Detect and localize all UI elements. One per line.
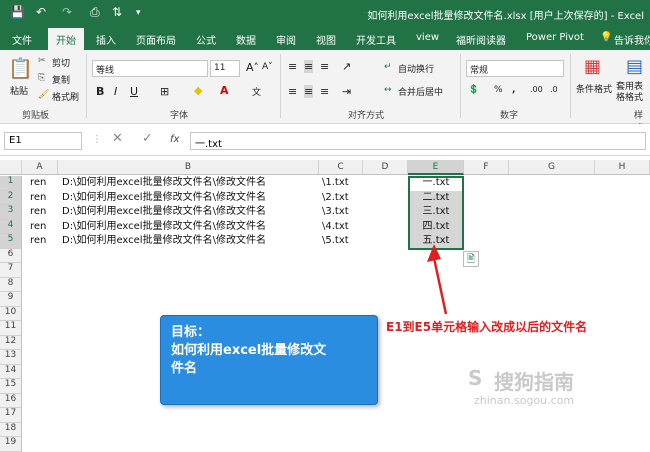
watermark-text: 搜狗指南 (494, 370, 574, 394)
callout-line: 如何利用excel批量修改文 (171, 343, 327, 358)
annotation-text: E1到E5单元格输入改成以后的文件名 (386, 320, 588, 334)
goal-callout: 目标： 如何利用excel批量修改文 件名 (160, 315, 378, 405)
sogou-logo-icon: S (468, 366, 483, 390)
callout-line: 件名 (171, 361, 198, 376)
watermark-url: zhinan.sogou.com (474, 394, 575, 407)
callout-line: 目标： (171, 325, 211, 340)
